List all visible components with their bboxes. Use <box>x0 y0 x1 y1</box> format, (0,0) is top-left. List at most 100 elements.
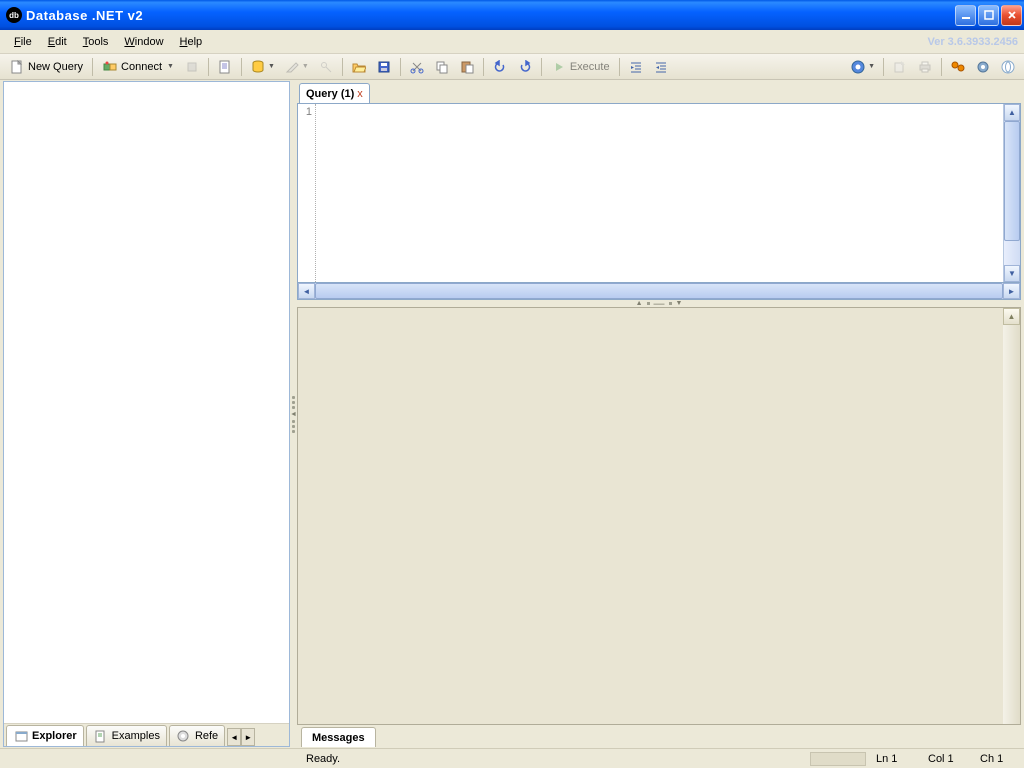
minimize-button[interactable] <box>955 5 976 26</box>
results-panel[interactable]: ▲ <box>297 307 1021 725</box>
status-ch: Ch 1 <box>972 753 1024 765</box>
toolbar-database-button[interactable]: ▼ <box>246 56 279 78</box>
menu-file[interactable]: File <box>6 34 40 50</box>
toolbar-separator <box>241 58 242 76</box>
tab-scroll-right[interactable]: ► <box>241 728 255 746</box>
toolbar-script-button[interactable] <box>213 56 237 78</box>
sql-editor[interactable] <box>316 104 1003 282</box>
editor-horizontal-scrollbar[interactable]: ◄ ► <box>297 283 1021 300</box>
help-icon <box>850 59 866 75</box>
toolbar-key-button[interactable] <box>314 56 338 78</box>
tab-explorer[interactable]: Explorer <box>6 725 84 746</box>
settings-button[interactable] <box>971 56 995 78</box>
right-panel: Query (1) x 1 ▲ ▼ ◄ ► ▲—▼ ▲ Me <box>297 81 1021 747</box>
chevron-down-icon: ▼ <box>868 63 875 70</box>
scroll-left-button[interactable]: ◄ <box>298 283 315 299</box>
toolbar-separator <box>541 58 542 76</box>
menu-window[interactable]: Window <box>116 34 171 50</box>
scroll-thumb[interactable] <box>1004 121 1020 241</box>
app-icon: db <box>6 7 22 23</box>
paste-icon <box>459 59 475 75</box>
maximize-button[interactable] <box>978 5 999 26</box>
main-area: Explorer Examples Refe ◄ ► ◄ Query (1) x <box>0 80 1024 748</box>
results-tab-bar: Messages <box>297 725 1021 747</box>
window-title: Database .NET v2 <box>26 8 955 23</box>
scroll-up-button[interactable]: ▲ <box>1004 104 1020 121</box>
tab-messages-label: Messages <box>312 732 365 744</box>
tab-messages[interactable]: Messages <box>301 727 376 747</box>
window-titlebar: db Database .NET v2 <box>0 0 1024 30</box>
status-progress <box>810 752 866 766</box>
new-query-label: New Query <box>28 61 83 73</box>
editor-gutter: 1 <box>298 104 316 282</box>
toolbar-separator <box>883 58 884 76</box>
toolbar-separator <box>92 58 93 76</box>
new-query-button[interactable]: New Query <box>4 56 88 78</box>
query-tab-label: Query (1) <box>306 88 354 100</box>
print-icon <box>917 59 933 75</box>
toolbar-separator <box>342 58 343 76</box>
indent-button[interactable] <box>624 56 648 78</box>
chevron-down-icon: ▼ <box>167 63 174 70</box>
tab-examples[interactable]: Examples <box>86 725 167 746</box>
left-panel-tabs: Explorer Examples Refe ◄ ► <box>4 723 289 746</box>
editor-vertical-scrollbar[interactable]: ▲ ▼ <box>1003 104 1020 282</box>
toolbar-separator <box>941 58 942 76</box>
scroll-thumb[interactable] <box>315 283 1003 299</box>
status-line: Ln 1 <box>868 753 920 765</box>
toolbar-separator <box>619 58 620 76</box>
tab-scroll-left[interactable]: ◄ <box>227 728 241 746</box>
toolbar-separator <box>400 58 401 76</box>
save-icon <box>376 59 392 75</box>
script-icon <box>217 59 233 75</box>
tab-reference[interactable]: Refe <box>169 725 225 746</box>
disconnect-icon <box>184 59 200 75</box>
export-icon <box>892 59 908 75</box>
folder-open-icon <box>351 59 367 75</box>
connect-button[interactable]: Connect ▼ <box>97 56 179 78</box>
toolbar-separator <box>483 58 484 76</box>
query-tab-bar: Query (1) x <box>297 81 1021 103</box>
outdent-button[interactable] <box>649 56 673 78</box>
copy-button[interactable] <box>430 56 454 78</box>
execute-button[interactable]: Execute <box>546 56 615 78</box>
results-vertical-scrollbar[interactable]: ▲ <box>1003 308 1020 724</box>
toolbar-addons-button[interactable] <box>946 56 970 78</box>
copy-icon <box>434 59 450 75</box>
explorer-panel: Explorer Examples Refe ◄ ► <box>3 81 290 747</box>
query-tab-close-icon[interactable]: x <box>357 88 363 100</box>
open-button[interactable] <box>347 56 371 78</box>
execute-label: Execute <box>570 61 610 73</box>
about-button[interactable] <box>996 56 1020 78</box>
menu-edit[interactable]: Edit <box>40 34 75 50</box>
toolbar-print-button[interactable] <box>913 56 937 78</box>
disconnect-button[interactable] <box>180 56 204 78</box>
undo-icon <box>492 59 508 75</box>
redo-button[interactable] <box>513 56 537 78</box>
cut-button[interactable] <box>405 56 429 78</box>
toolbar-edit-button[interactable]: ▼ <box>280 56 313 78</box>
scroll-up-button[interactable]: ▲ <box>1003 308 1020 325</box>
chevron-down-icon: ▼ <box>268 63 275 70</box>
undo-button[interactable] <box>488 56 512 78</box>
vertical-splitter[interactable]: ◄ <box>290 80 297 748</box>
tab-reference-label: Refe <box>195 730 218 742</box>
save-button[interactable] <box>372 56 396 78</box>
explorer-icon <box>13 728 29 744</box>
status-col: Col 1 <box>920 753 972 765</box>
scroll-right-button[interactable]: ► <box>1003 283 1020 299</box>
toolbar-export-button[interactable] <box>888 56 912 78</box>
menu-tools[interactable]: Tools <box>75 34 117 50</box>
gear-icon <box>975 59 991 75</box>
help-button[interactable]: ▼ <box>846 56 879 78</box>
query-tab-1[interactable]: Query (1) x <box>299 83 370 103</box>
horizontal-splitter[interactable]: ▲—▼ <box>297 300 1021 307</box>
menu-help[interactable]: Help <box>172 34 211 50</box>
scroll-down-button[interactable]: ▼ <box>1004 265 1020 282</box>
paste-button[interactable] <box>455 56 479 78</box>
close-button[interactable] <box>1001 5 1022 26</box>
new-document-icon <box>9 59 25 75</box>
explorer-tree[interactable] <box>4 82 289 723</box>
toolbar-separator <box>208 58 209 76</box>
examples-icon <box>93 728 109 744</box>
